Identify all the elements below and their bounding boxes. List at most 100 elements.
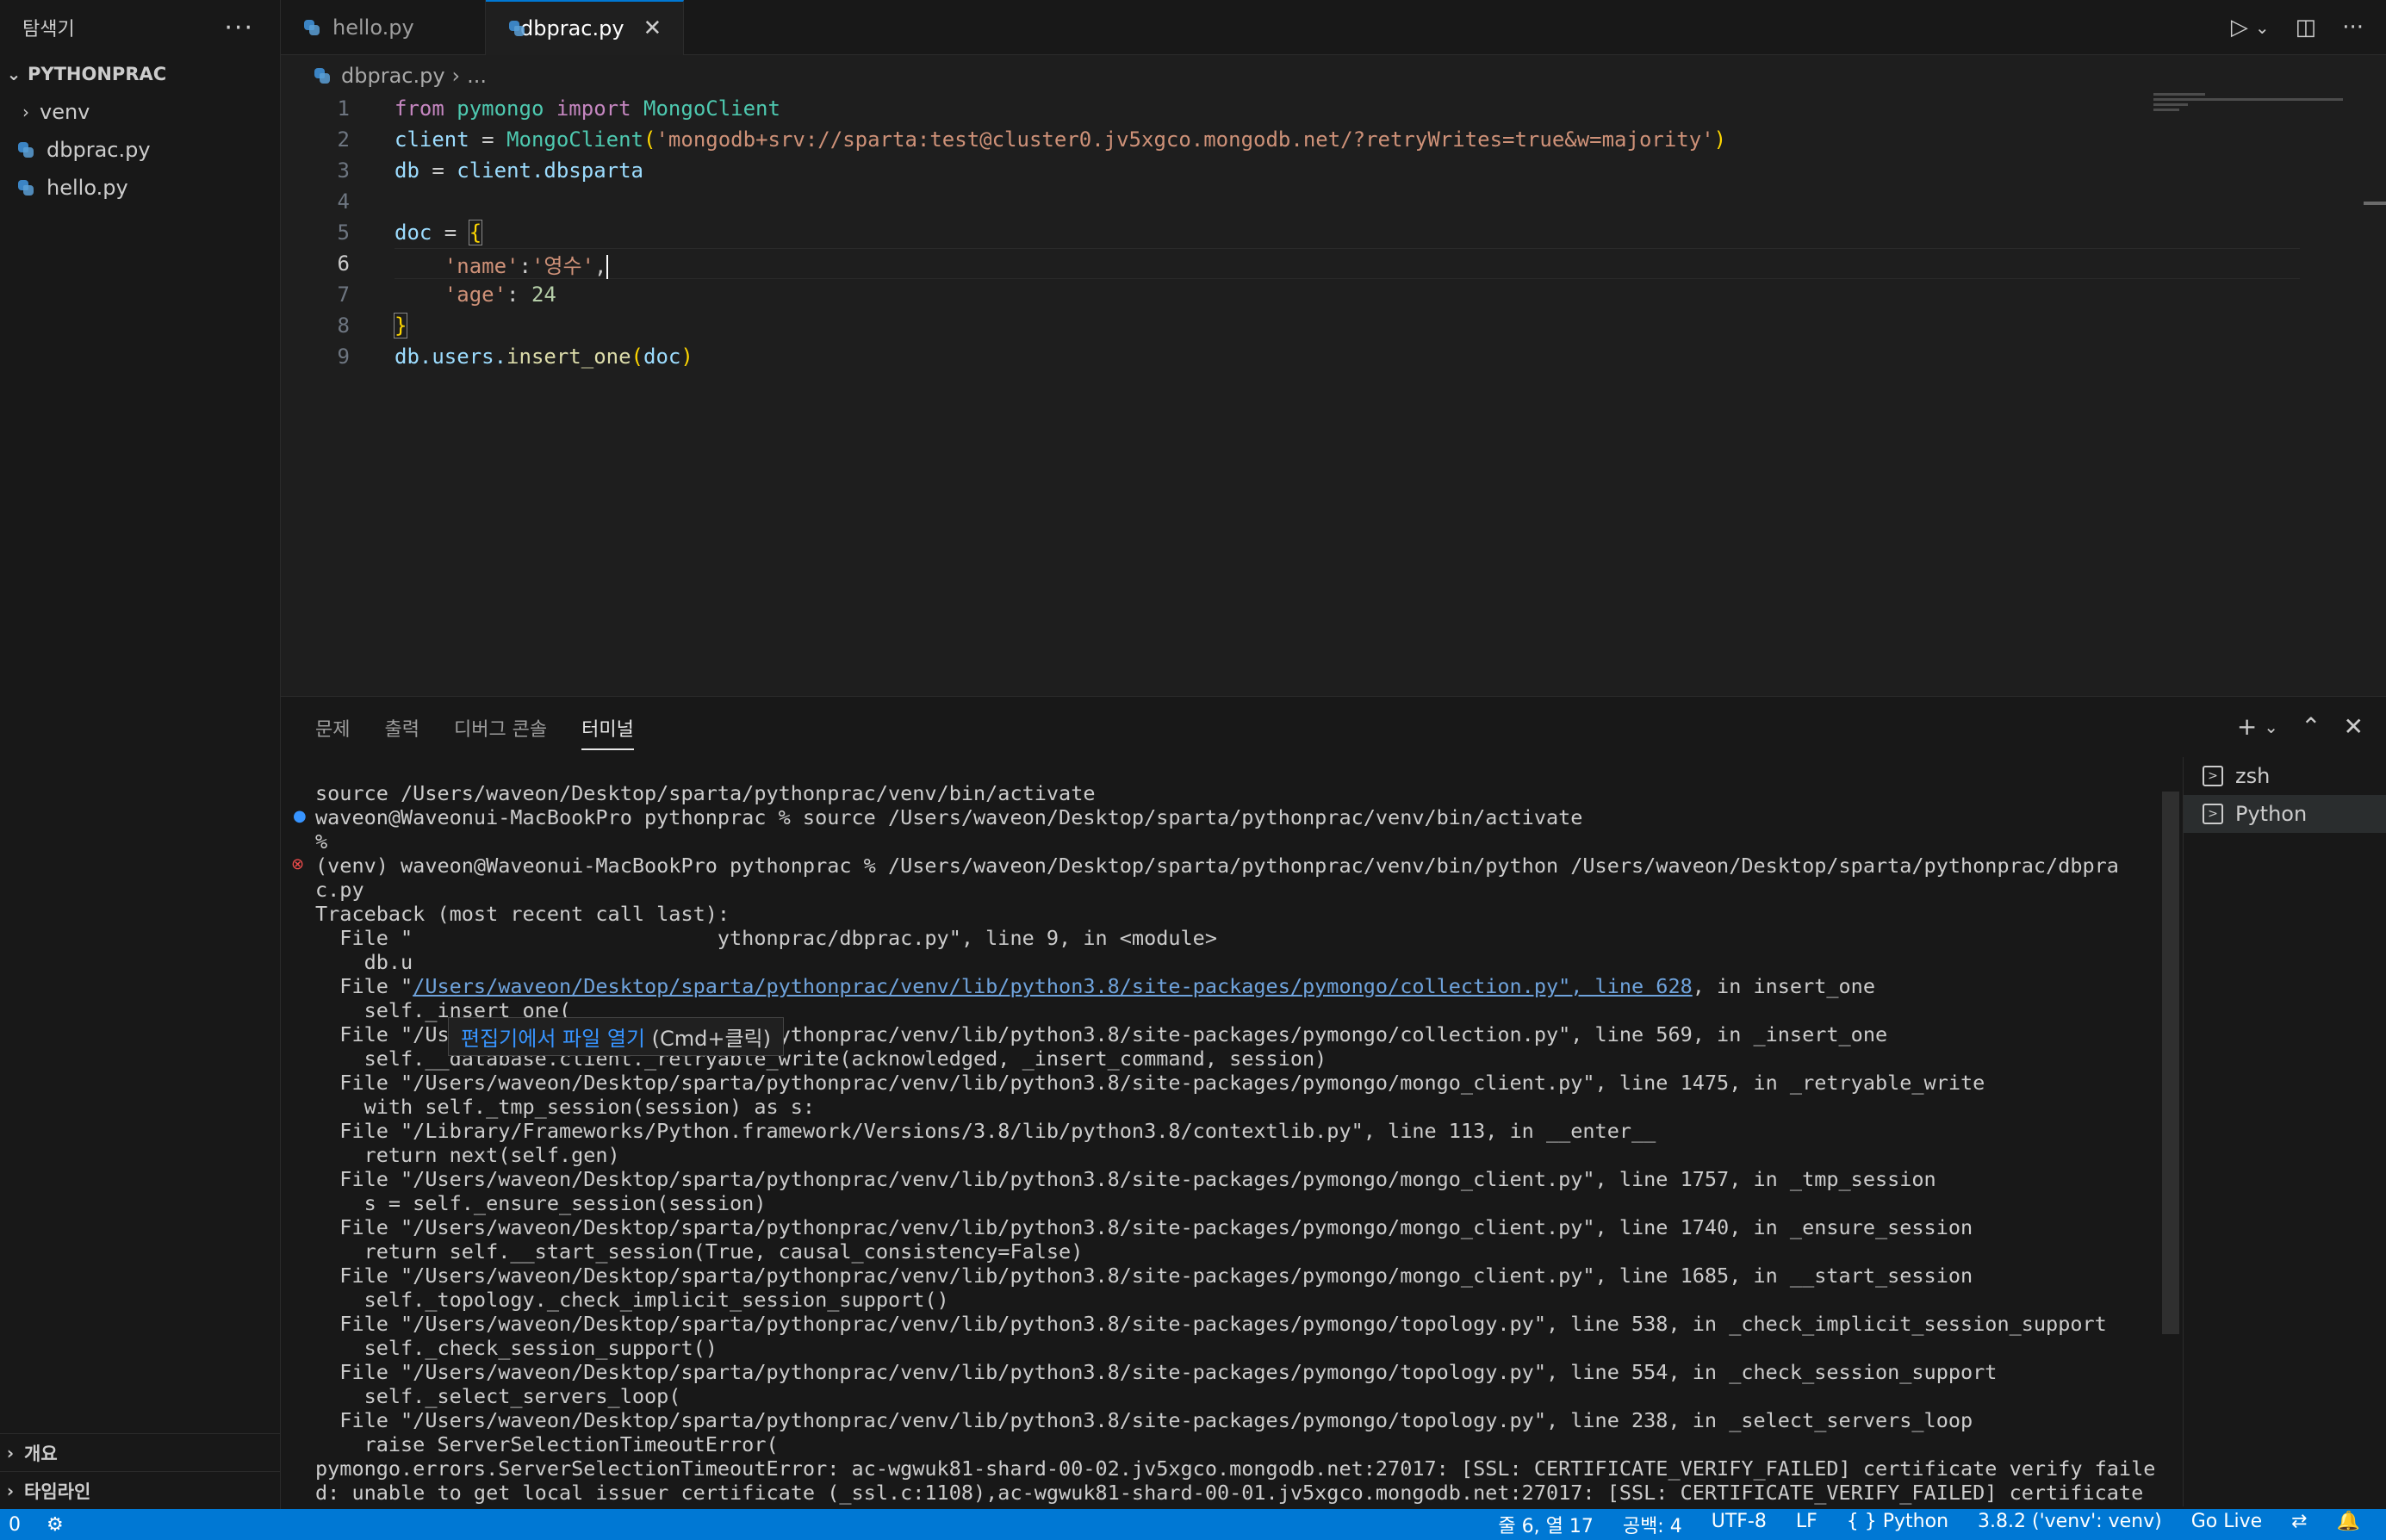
- maximize-panel-icon[interactable]: ⌃: [2301, 712, 2321, 741]
- breadcrumb: dbprac.py › ...: [314, 60, 487, 91]
- editor-tab-bar: hello.py dbprac.py ✕ ▷ ⌄ ◫ ···: [281, 0, 2386, 55]
- terminal-line: pymongo.errors.ServerSelectionTimeoutErr…: [315, 1456, 2156, 1481]
- line-number: 6: [337, 251, 350, 276]
- feedback-icon[interactable]: ⇄: [2291, 1511, 2307, 1538]
- explorer-header: 탐색기 ···: [0, 0, 280, 55]
- bottom-panel: 문제 출력 디버그 콘솔 터미널 + ⌄ ⌃ ✕ source /Users/w…: [281, 696, 2386, 1509]
- encoding[interactable]: UTF-8: [1712, 1511, 1767, 1538]
- tree-item-hello[interactable]: hello.py: [0, 169, 280, 207]
- chevron-right-icon: ›: [22, 102, 29, 122]
- tab-output[interactable]: 출력: [384, 714, 419, 750]
- panel-tabs: 문제 출력 디버그 콘솔 터미널: [315, 714, 634, 750]
- remote-icon[interactable]: ⚙: [47, 1514, 64, 1536]
- tree-item-dbprac[interactable]: dbprac.py: [0, 131, 280, 169]
- close-panel-icon[interactable]: ✕: [2344, 712, 2364, 741]
- tab-dbprac[interactable]: dbprac.py ✕: [486, 0, 684, 55]
- breadcrumb-file[interactable]: dbprac.py: [341, 64, 445, 88]
- notifications-icon[interactable]: 🔔: [2337, 1511, 2360, 1538]
- python-file-icon: [17, 179, 34, 196]
- tab-label: hello.py: [332, 16, 414, 40]
- code-line: 4: [281, 186, 2314, 217]
- tree-item-venv[interactable]: › venv: [0, 93, 280, 131]
- terminal-line: c.py: [315, 878, 364, 902]
- command-error-icon: ⊗: [291, 855, 305, 873]
- line-number: 9: [337, 345, 350, 369]
- language-mode[interactable]: { } Python: [1847, 1511, 1948, 1538]
- status-bar: 0 ⚙ 줄 6, 열 17 공백: 4 UTF-8 LF { } Python …: [0, 1509, 2386, 1540]
- line-ending[interactable]: LF: [1796, 1511, 1817, 1538]
- terminal-link-line: File "/Users/waveon/Desktop/sparta/pytho…: [315, 974, 1875, 998]
- terminal-line: File "/Users/waveon/Desktop/sparta/pytho…: [315, 1215, 1973, 1239]
- terminal-icon: >: [2203, 804, 2223, 824]
- terminal-line: File "/Users/waveon/Desktop/sparta/pytho…: [315, 1312, 2107, 1336]
- code-line: 8 }: [281, 310, 2314, 341]
- split-editor-icon[interactable]: ◫: [2296, 15, 2317, 40]
- terminal-line: return next(self.gen): [315, 1143, 620, 1167]
- line-number: 1: [337, 96, 350, 121]
- chevron-right-icon: ›: [6, 1442, 15, 1463]
- python-file-icon: [314, 67, 331, 84]
- line-number: 7: [337, 283, 350, 307]
- project-root[interactable]: ⌄ PYTHONPRAC: [0, 55, 280, 93]
- cursor-position[interactable]: 줄 6, 열 17: [1498, 1511, 1593, 1538]
- breadcrumb-separator: ›: [451, 64, 461, 88]
- text-cursor: [606, 254, 609, 279]
- line-content: doc = {: [395, 220, 483, 245]
- terminal-scrollbar[interactable]: [2162, 792, 2179, 1334]
- close-icon[interactable]: ✕: [643, 16, 662, 41]
- go-live-button[interactable]: Go Live: [2191, 1511, 2262, 1538]
- terminal-line: File "/Users/waveon/Desktop/sparta/pytho…: [315, 1408, 1973, 1432]
- terminal-output[interactable]: source /Users/waveon/Desktop/sparta/pyth…: [315, 781, 2386, 1505]
- terminal-item-python[interactable]: > Python: [2184, 795, 2386, 833]
- code-editor[interactable]: 1 from pymongo import MongoClient 2 clie…: [281, 93, 2386, 696]
- editor-scrollbar[interactable]: [2364, 202, 2386, 205]
- explorer-title: 탐색기: [22, 19, 75, 40]
- code-line: 7 'age': 24: [281, 279, 2314, 310]
- breadcrumb-more[interactable]: ...: [467, 64, 487, 88]
- terminal-item-zsh[interactable]: > zsh: [2184, 757, 2386, 795]
- outline-section[interactable]: › 개요: [0, 1433, 281, 1471]
- file-link[interactable]: /Users/waveon/Desktop/sparta/pythonprac/…: [413, 974, 1693, 998]
- tooltip-link[interactable]: 편집기에서 파일 열기: [461, 1027, 645, 1051]
- line-number: 3: [337, 158, 350, 183]
- indentation[interactable]: 공백: 4: [1623, 1511, 1682, 1538]
- terminal-line: File "/Users/waveon/Desktop/sparta/pytho…: [315, 1264, 1973, 1288]
- minimap[interactable]: [2153, 93, 2352, 127]
- code-line: 2 client = MongoClient('mongodb+srv://sp…: [281, 124, 2314, 155]
- run-icon[interactable]: ▷: [2231, 15, 2248, 40]
- tab-hello[interactable]: hello.py: [281, 0, 486, 55]
- tab-debug-console[interactable]: 디버그 콘솔: [454, 714, 547, 750]
- code-line: 1 from pymongo import MongoClient: [281, 93, 2314, 124]
- run-menu-icon[interactable]: ⌄: [2255, 17, 2270, 38]
- terminal-line: s = self._ensure_session(session): [315, 1191, 767, 1215]
- code-line: 3 db = client.dbsparta: [281, 155, 2314, 186]
- terminal-line: File "/Users/waveon/Desktop/sparta/pytho…: [315, 1360, 1998, 1384]
- terminal-line: Traceback (most recent call last):: [315, 902, 730, 926]
- terminal-scrollbar-thumb[interactable]: [2162, 792, 2179, 1334]
- tab-problems[interactable]: 문제: [315, 714, 350, 750]
- python-interpreter[interactable]: 3.8.2 ('venv': venv): [1978, 1511, 2162, 1538]
- editor-actions: ▷ ⌄ ◫ ···: [2231, 0, 2364, 55]
- terminal-line: self._check_session_support(): [315, 1336, 718, 1360]
- terminal-line: File " ythonprac/dbprac.py", line 9, in …: [315, 926, 1217, 950]
- explorer-more-button[interactable]: ···: [224, 13, 254, 43]
- timeline-section[interactable]: › 타임라인: [0, 1471, 281, 1509]
- terminal-line: (venv) waveon@Waveonui-MacBookPro python…: [315, 854, 2119, 878]
- terminal-menu-icon[interactable]: ⌄: [2264, 717, 2278, 737]
- tree-item-label: venv: [40, 100, 90, 124]
- terminal-line: %: [315, 829, 328, 854]
- line-content: db.users.insert_one(doc): [395, 345, 693, 369]
- add-terminal-icon[interactable]: +: [2237, 712, 2257, 741]
- line-content: }: [393, 313, 408, 338]
- problems-count[interactable]: 0: [9, 1514, 21, 1536]
- more-actions-icon[interactable]: ···: [2342, 15, 2364, 40]
- panel-actions: + ⌄ ⌃ ✕: [2237, 712, 2364, 741]
- terminal-line: File "/Users/waveon/Desktop/sparta/pytho…: [315, 1167, 1936, 1191]
- tab-terminal[interactable]: 터미널: [581, 714, 634, 750]
- code-line: 9 db.users.insert_one(doc): [281, 341, 2314, 372]
- terminal-list: > zsh > Python: [2183, 757, 2386, 1506]
- python-file-icon: [17, 141, 34, 158]
- line-content: client = MongoClient('mongodb+srv://spar…: [395, 127, 1727, 152]
- chevron-down-icon: ⌄: [6, 64, 22, 84]
- code-line: 5 doc = {: [281, 217, 2314, 248]
